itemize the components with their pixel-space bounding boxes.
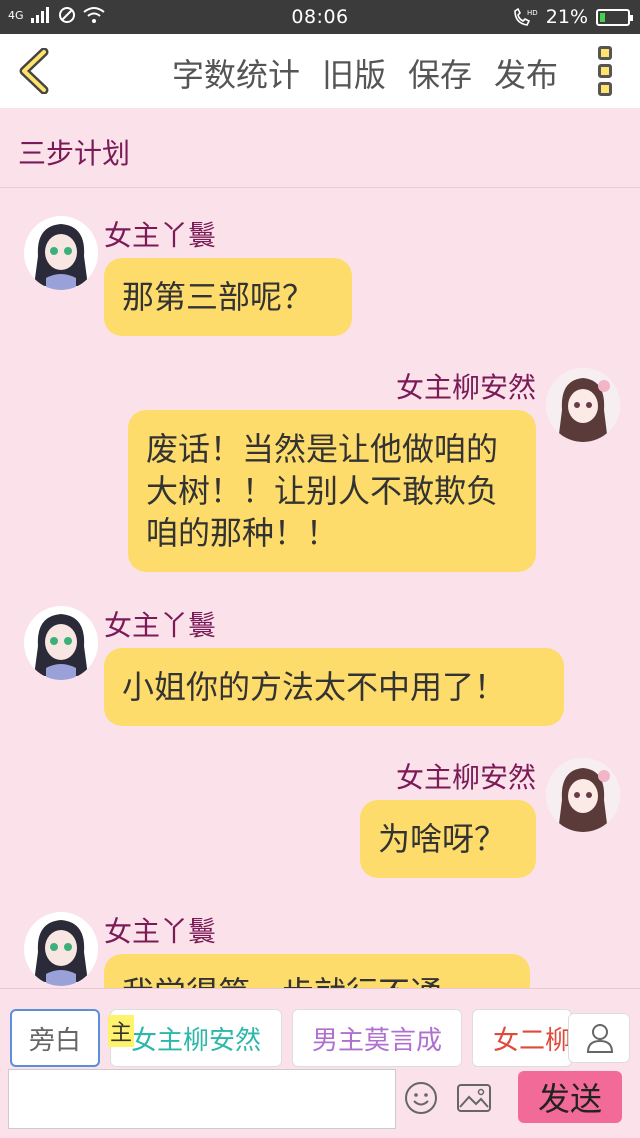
sender-name: 女主柳安然: [395, 761, 536, 794]
message-bubble: 废话！当然是让他做咱的大树！！让别人不敢欺负咱的那种！！: [128, 410, 536, 572]
back-button[interactable]: [14, 47, 54, 95]
message-input[interactable]: [8, 1069, 396, 1129]
sender-name: 女主丫鬟: [104, 609, 217, 642]
status-bar: 4G 08:06 HD 21%: [0, 0, 640, 34]
girl-avatar-icon: [34, 224, 88, 290]
emoji-icon: [405, 1082, 437, 1114]
editor-header: 字数统计 旧版 保存 发布: [0, 34, 640, 108]
avatar-maid: [24, 912, 98, 986]
avatar-maid: [24, 606, 98, 680]
role-selector: 旁白 女主柳安然 男主莫言成 女二柳: [0, 1009, 640, 1069]
avatar-maid: [24, 216, 98, 290]
story-title-bar[interactable]: 三步计划: [0, 108, 640, 188]
image-button[interactable]: [456, 1083, 492, 1113]
sender-name: 女主丫鬟: [104, 219, 217, 252]
message-bubble: 我觉得第一步就行不通: [104, 954, 530, 988]
story-title: 三步计划: [18, 137, 131, 170]
message-bubble: 那第三部呢？: [104, 258, 352, 336]
message-bubble: 小姐你的方法太不中用了！: [104, 648, 564, 726]
main-role-mark: 主: [108, 1015, 135, 1047]
girl-avatar-icon: [546, 368, 620, 442]
chevron-left-icon: [19, 47, 49, 95]
character-manage-button[interactable]: [568, 1013, 630, 1063]
battery-icon: [596, 8, 633, 26]
girl-avatar-icon: [34, 920, 88, 986]
compose-bar: 旁白 女主柳安然 男主莫言成 女二柳 主 发送: [0, 988, 640, 1138]
avatar-heroine: [546, 368, 620, 442]
menu-dot: [598, 82, 612, 96]
sender-name: 女主丫鬟: [104, 915, 217, 948]
role-chip-second-female[interactable]: 女二柳: [472, 1009, 572, 1067]
old-version-button[interactable]: 旧版: [322, 50, 386, 96]
image-icon: [457, 1084, 491, 1112]
menu-dot: [598, 64, 612, 78]
header-actions: 字数统计 旧版 保存 发布: [172, 50, 558, 96]
hd-label: HD: [527, 9, 538, 17]
menu-dot: [598, 46, 612, 60]
status-right: HD 21%: [512, 6, 633, 28]
role-chip-hero[interactable]: 男主莫言成: [292, 1009, 462, 1067]
chat-message[interactable]: 女主柳安然 废话！当然是让他做咱的大树！！让别人不敢欺负咱的那种！！: [0, 362, 640, 582]
avatar-heroine: [546, 758, 620, 832]
girl-avatar-icon: [546, 758, 620, 832]
emoji-button[interactable]: [404, 1081, 438, 1115]
battery-fill: [600, 12, 605, 22]
chat-message[interactable]: 女主柳安然 为啥呀？: [0, 752, 640, 892]
chat-message[interactable]: 女主丫鬟 小姐你的方法太不中用了！: [0, 600, 640, 740]
girl-avatar-icon: [34, 614, 88, 680]
send-button[interactable]: 发送: [518, 1071, 622, 1123]
save-button[interactable]: 保存: [408, 50, 472, 96]
word-count-button[interactable]: 字数统计: [172, 50, 300, 96]
hd-call-icon: HD: [513, 7, 538, 26]
sender-name: 女主柳安然: [395, 371, 536, 404]
more-menu-button[interactable]: [598, 46, 614, 96]
user-icon: [586, 1024, 614, 1053]
chat-message[interactable]: 女主丫鬟 我觉得第一步就行不通: [0, 906, 640, 988]
message-bubble: 为啥呀？: [360, 800, 536, 878]
role-chip-heroine[interactable]: 女主柳安然: [110, 1009, 282, 1067]
publish-button[interactable]: 发布: [494, 50, 558, 96]
role-chip-narrator[interactable]: 旁白: [10, 1009, 100, 1067]
chat-message[interactable]: 女主丫鬟 那第三部呢？: [0, 210, 640, 350]
battery-percent: 21%: [545, 6, 588, 28]
